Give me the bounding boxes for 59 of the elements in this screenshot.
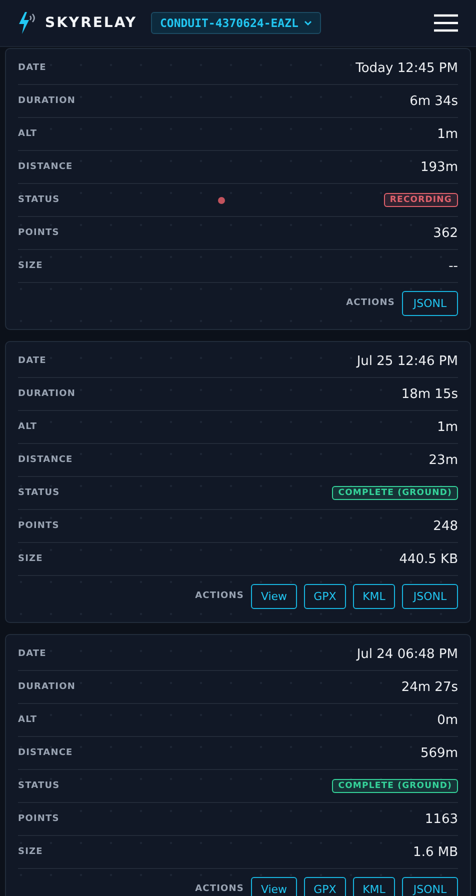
field-value: Today 12:45 PM	[356, 60, 458, 76]
field-label: STATUS	[18, 195, 60, 205]
export-button[interactable]: GPX	[304, 876, 346, 896]
field-value: --	[448, 258, 458, 274]
field-label: ALT	[18, 715, 38, 725]
field-value: 248	[433, 518, 458, 534]
field-value: Jul 24 06:48 PM	[356, 646, 458, 662]
field-label: POINTS	[18, 228, 60, 238]
field-label: DATE	[18, 649, 46, 659]
export-button[interactable]: GPX	[304, 584, 346, 608]
field-label: ACTIONS	[195, 884, 244, 894]
export-button[interactable]: JSONL	[402, 584, 458, 608]
export-button[interactable]: JSONL	[402, 876, 458, 896]
export-button[interactable]: JSONL	[402, 290, 458, 316]
field-value: 569m	[420, 746, 458, 760]
field-label: STATUS	[18, 488, 60, 498]
field-label: SIZE	[18, 554, 43, 564]
field-label: ACTIONS	[195, 591, 244, 601]
field-value: 24m 27s	[401, 680, 458, 694]
field-value: 440.5 KB	[399, 552, 458, 566]
export-button[interactable]: View	[251, 584, 297, 608]
field-label: DURATION	[18, 682, 76, 692]
chevron-down-icon	[304, 20, 312, 26]
field-value: Jul 25 12:46 PM	[356, 354, 458, 368]
menu-icon[interactable]	[434, 14, 458, 32]
field-label: DATE	[18, 356, 46, 366]
field-label: DURATION	[18, 389, 76, 399]
export-button[interactable]: KML	[353, 876, 395, 896]
field-label: SIZE	[18, 847, 43, 857]
lightning-logo-icon	[18, 11, 36, 35]
field-label: ALT	[18, 422, 38, 432]
field-value: 193m	[420, 160, 458, 174]
field-label: STATUS	[18, 781, 60, 791]
field-label: DURATION	[18, 96, 76, 106]
device-selector[interactable]: CONDUIT-4370624-EAZL	[150, 12, 322, 34]
status-badge: COMPLETE (GROUND)	[332, 486, 458, 500]
field-label: POINTS	[18, 814, 60, 824]
field-label: DISTANCE	[18, 748, 73, 758]
status-badge: RECORDING	[384, 193, 458, 207]
field-label: ACTIONS	[346, 298, 395, 308]
field-value: 1163	[424, 812, 458, 826]
field-value: 18m 15s	[401, 386, 458, 402]
field-label: DISTANCE	[18, 455, 73, 465]
export-button[interactable]: KML	[353, 584, 395, 608]
brand-name: SKYRELAY	[45, 15, 137, 31]
field-value: 362	[433, 226, 458, 240]
field-value: 1.6 MB	[413, 844, 458, 860]
field-label: POINTS	[18, 521, 60, 531]
field-value: 0m	[437, 712, 458, 728]
field-value: 23m	[428, 452, 458, 468]
field-value: 1m	[437, 420, 458, 434]
field-label: DISTANCE	[18, 162, 73, 172]
field-label: SIZE	[18, 261, 43, 271]
field-value: 1m	[437, 126, 458, 142]
export-button[interactable]: View	[251, 876, 297, 896]
field-value: 6m 34s	[410, 94, 458, 108]
field-label: ALT	[18, 129, 38, 139]
status-badge: COMPLETE (GROUND)	[332, 779, 458, 793]
field-label: DATE	[18, 63, 46, 73]
